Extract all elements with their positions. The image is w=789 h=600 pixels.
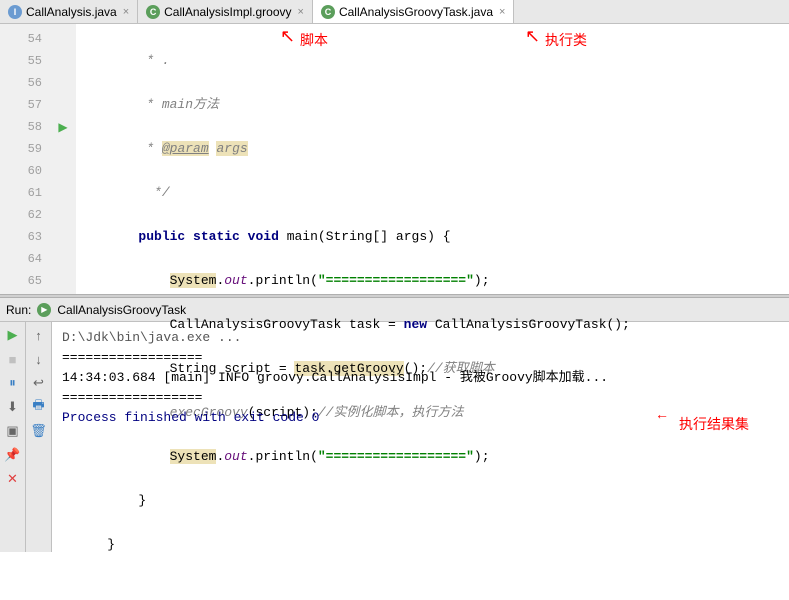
- close-run-icon[interactable]: ✕: [4, 470, 22, 488]
- tab-callanalysisgroovytask[interactable]: C CallAnalysisGroovyTask.java ×: [313, 0, 515, 23]
- layout-icon[interactable]: ▣: [4, 422, 22, 440]
- arrow-icon: ↖: [525, 26, 540, 47]
- line-number: 57: [0, 94, 42, 116]
- code-area[interactable]: * . * main方法 * @param args */ public sta…: [76, 24, 789, 294]
- line-number: 56: [0, 72, 42, 94]
- run-toolwindow-body: ▶ ■ ⏸ ⬇ ▣ 📌 ✕ ↑ ↓ ↩ 🖶 🗑 D:\Jdk\bin\java.…: [0, 322, 789, 552]
- console-line: ==================: [62, 348, 779, 368]
- line-number: 58: [0, 116, 42, 138]
- annotation-execclass: 执行类: [545, 30, 587, 50]
- tab-label: CallAnalysis.java: [26, 5, 117, 19]
- tab-label: CallAnalysisGroovyTask.java: [339, 5, 493, 19]
- tab-callanalysis[interactable]: I CallAnalysis.java ×: [0, 0, 138, 23]
- close-icon[interactable]: ×: [499, 6, 505, 18]
- run-gutter-icon[interactable]: ▶: [50, 116, 76, 138]
- code-editor[interactable]: 54 55 56 57 58 59 60 61 62 63 64 65 ▶ * …: [0, 24, 789, 294]
- rerun-icon[interactable]: ▶: [4, 326, 22, 344]
- line-number: 60: [0, 160, 42, 182]
- line-number: 59: [0, 138, 42, 160]
- line-number: 65: [0, 270, 42, 292]
- line-number: 63: [0, 226, 42, 248]
- line-number: 55: [0, 50, 42, 72]
- class-icon: C: [321, 5, 335, 19]
- console-line: D:\Jdk\bin\java.exe ...: [62, 328, 779, 348]
- down-icon[interactable]: ↓: [30, 350, 48, 368]
- console-line: 14:34:03.684 [main] INFO groovy.CallAnal…: [62, 368, 779, 388]
- close-icon[interactable]: ×: [123, 6, 129, 18]
- print-icon[interactable]: 🖶: [30, 398, 48, 416]
- console-exit-line: Process finished with exit code 0: [62, 408, 779, 428]
- annotation-result: 执行结果集: [679, 414, 749, 434]
- line-number: 54: [0, 28, 42, 50]
- console-line: ==================: [62, 388, 779, 408]
- close-icon[interactable]: ×: [298, 6, 304, 18]
- run-config-name[interactable]: CallAnalysisGroovyTask: [57, 303, 186, 317]
- wrap-icon[interactable]: ↩: [30, 374, 48, 392]
- stop-icon[interactable]: ■: [4, 350, 22, 368]
- dump-icon[interactable]: ⬇: [4, 398, 22, 416]
- run-config-icon: ▶: [37, 303, 51, 317]
- pin-icon[interactable]: 📌: [4, 446, 22, 464]
- pause-icon[interactable]: ⏸: [4, 374, 22, 392]
- run-toolbar-left: ▶ ■ ⏸ ⬇ ▣ 📌 ✕: [0, 322, 26, 552]
- annotation-script: 脚本: [300, 30, 328, 50]
- run-toolbar-left2: ↑ ↓ ↩ 🖶 🗑: [26, 322, 52, 552]
- arrow-icon: ←: [655, 404, 669, 424]
- interface-icon: I: [8, 5, 22, 19]
- arrow-icon: ↖: [280, 26, 295, 47]
- line-number: 64: [0, 248, 42, 270]
- line-gutter: 54 55 56 57 58 59 60 61 62 63 64 65: [0, 24, 50, 294]
- tab-callanalysisimpl[interactable]: C CallAnalysisImpl.groovy ×: [138, 0, 313, 23]
- run-label: Run:: [6, 303, 31, 317]
- tab-label: CallAnalysisImpl.groovy: [164, 5, 291, 19]
- line-number: 61: [0, 182, 42, 204]
- class-icon: C: [146, 5, 160, 19]
- console-output[interactable]: D:\Jdk\bin\java.exe ... ================…: [52, 322, 789, 552]
- up-icon[interactable]: ↑: [30, 326, 48, 344]
- line-number: 62: [0, 204, 42, 226]
- editor-tabs: I CallAnalysis.java × C CallAnalysisImpl…: [0, 0, 789, 24]
- trash-icon[interactable]: 🗑: [30, 422, 48, 440]
- gutter-icons: ▶: [50, 24, 76, 294]
